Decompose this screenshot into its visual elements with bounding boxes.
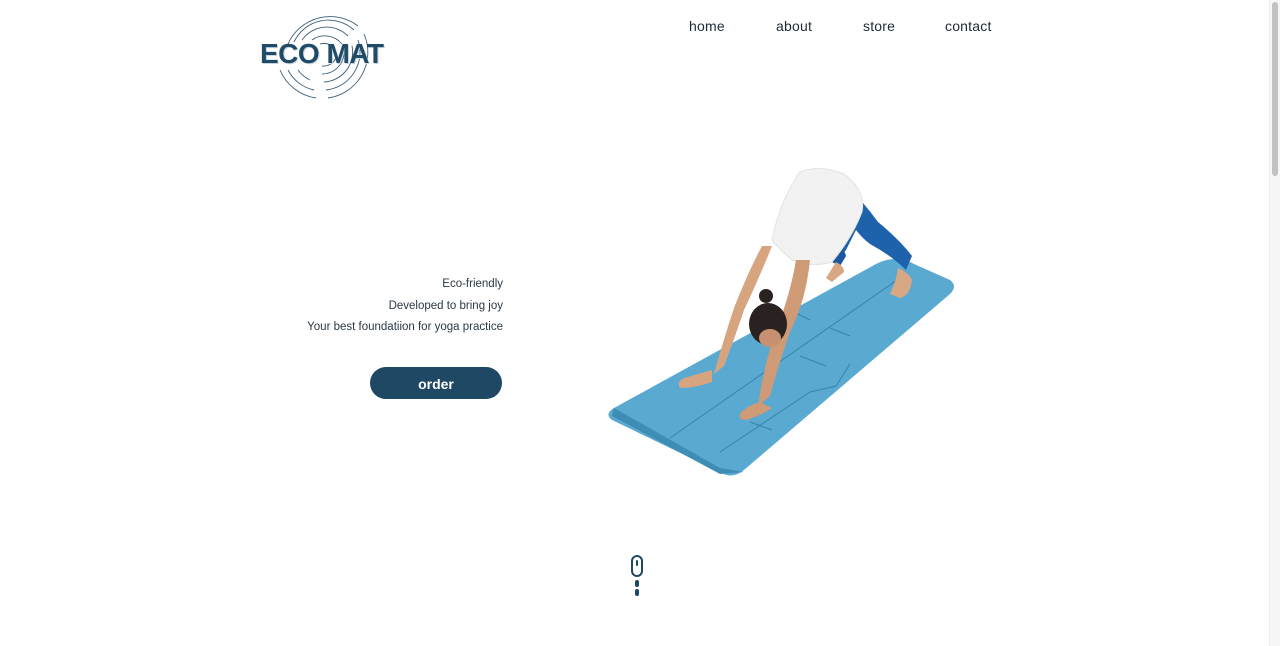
mouse-scroll-icon[interactable] (629, 555, 645, 599)
tagline-joy: Developed to bring joy (388, 299, 503, 312)
scrollbar-thumb[interactable] (1272, 2, 1278, 176)
tagline-eco-friendly: Eco-friendly (442, 278, 503, 290)
page-scrollbar[interactable] (1269, 0, 1280, 646)
main-nav: home about store contact (680, 18, 1000, 38)
nav-link-store[interactable]: store (863, 18, 895, 34)
eco-mat-logo[interactable]: ECO MAT (258, 6, 388, 102)
tagline-foundation: Your best foundatiion for yoga practice (307, 321, 503, 333)
order-button[interactable]: order (370, 367, 502, 399)
landing-page: ECO MAT home about store contact Eco-fri… (0, 0, 1280, 646)
nav-link-contact[interactable]: contact (945, 18, 992, 34)
nav-link-home[interactable]: home (689, 18, 725, 34)
logo-wordmark: ECO MAT (260, 38, 384, 69)
nav-link-about[interactable]: about (776, 18, 812, 34)
hero-taglines: Eco-friendly Developed to bring joy Your… (307, 274, 503, 339)
yoga-hero-image (608, 168, 954, 476)
